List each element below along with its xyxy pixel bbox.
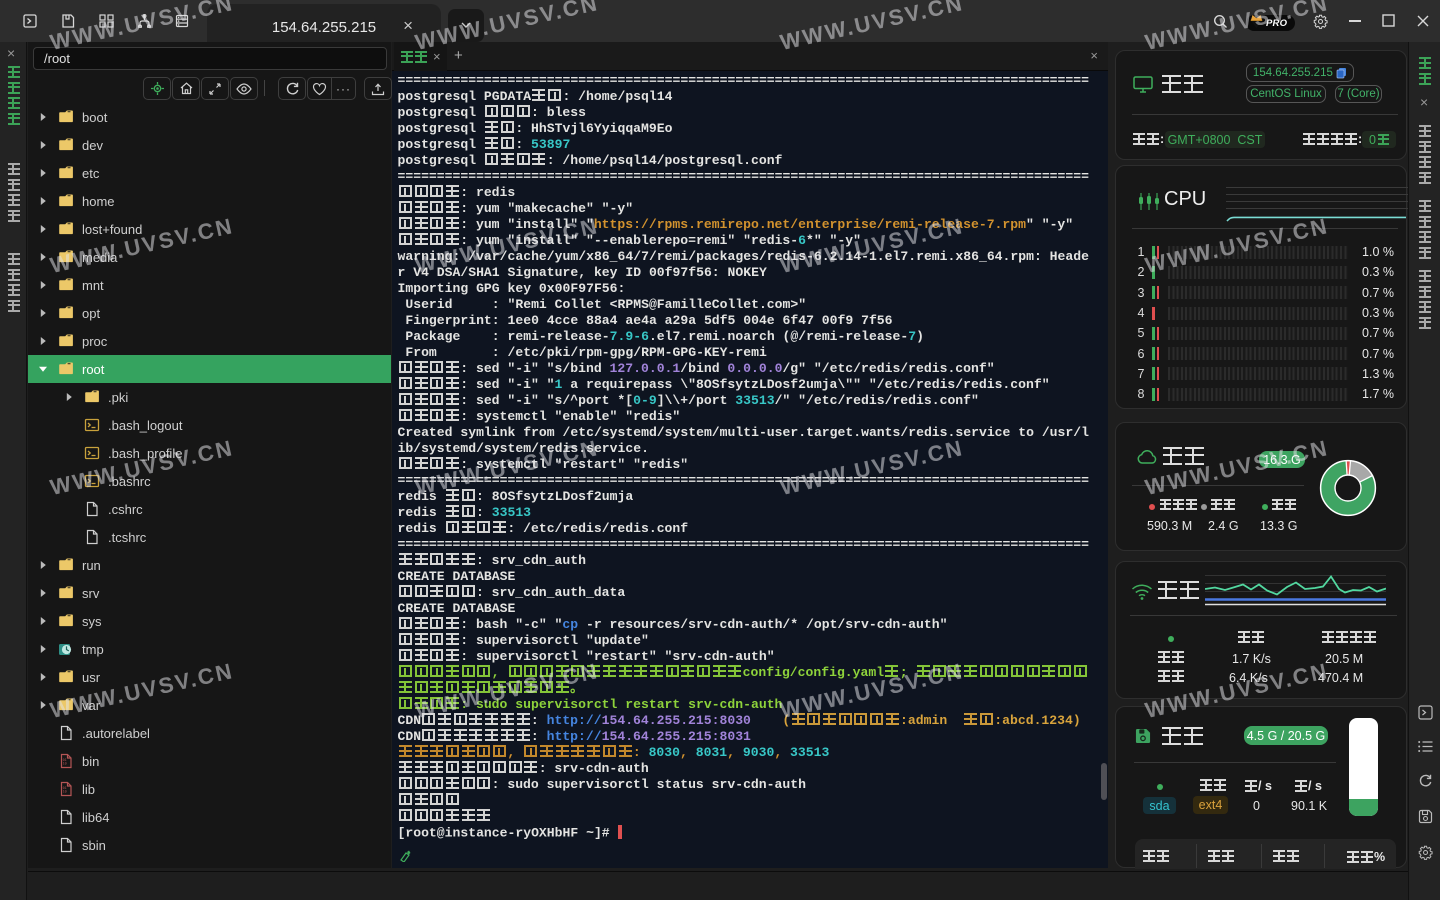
svg-text:10: 10 (63, 790, 67, 794)
svg-text:10: 10 (63, 762, 67, 766)
